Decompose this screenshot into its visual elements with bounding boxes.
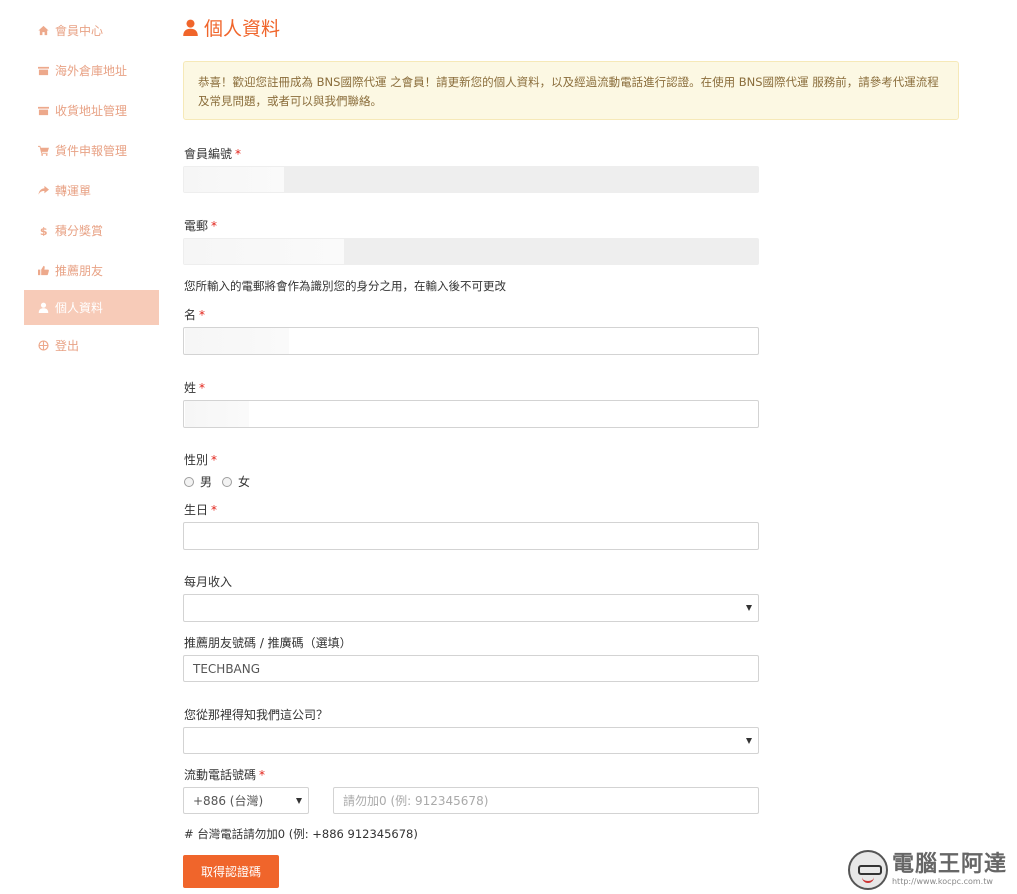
caret-down-icon: [746, 737, 752, 744]
country-code-select[interactable]: +886 (台灣): [183, 787, 309, 814]
mobile-label: 流動電話號碼 *: [184, 766, 265, 783]
sidebar-item-label: 推薦朋友: [55, 263, 104, 278]
watermark-text: 電腦王阿達 http://www.kocpc.com.tw: [892, 853, 1007, 887]
birthday-label-text: 生日: [184, 503, 209, 517]
required-mark: *: [259, 768, 266, 782]
caret-down-icon: [296, 797, 302, 804]
sidebar-item-label: 個人資料: [55, 301, 104, 315]
last-name-label: 姓 *: [184, 379, 205, 396]
redacted-value: [185, 328, 289, 354]
referral-label: 推薦朋友號碼 / 推廣碼（選填）: [184, 636, 352, 650]
referral-input[interactable]: TECHBANG: [183, 655, 759, 682]
last-name-label-text: 姓: [184, 381, 197, 395]
email-label-text: 電郵: [184, 219, 209, 233]
welcome-notice: 恭喜！歡迎您註冊成為 BNS國際代運 之會員！請更新您的個人資料，以及經過流動電…: [183, 61, 959, 120]
mobile-number-input[interactable]: 請勿加0 (例: 912345678): [333, 787, 759, 814]
watermark-url: http://www.kocpc.com.tw: [891, 877, 993, 886]
dollar-icon: $: [37, 224, 49, 236]
birthday-input[interactable]: [183, 522, 759, 550]
referral-value: TECHBANG: [193, 661, 261, 676]
thumbs-up-icon: [37, 264, 49, 276]
required-mark: *: [199, 308, 206, 322]
cart-icon: [37, 144, 49, 156]
mobile-help-text: # 台灣電話請勿加0 (例: +886 912345678): [184, 827, 418, 841]
page-title-text: 個人資料: [204, 18, 281, 40]
sidebar-item-transfer[interactable]: 轉運單: [24, 170, 159, 210]
gender-male-label: 男: [200, 475, 213, 489]
member-no-label-text: 會員編號: [184, 147, 233, 161]
sidebar-item-referral[interactable]: 推薦朋友: [24, 250, 159, 290]
country-code-value: +886 (台灣): [193, 794, 264, 808]
redacted-value: [184, 167, 284, 192]
sidebar-item-label: 收貨地址管理: [55, 103, 128, 118]
required-mark: *: [211, 453, 218, 467]
sidebar-item-logout[interactable]: 登出: [24, 325, 159, 365]
address-icon: [37, 104, 49, 116]
gender-label-text: 性別: [184, 453, 209, 467]
sidebar: 會員中心 海外倉庫地址 收貨地址管理 貨件申報管理 轉運單 $ 積分獎賞 推薦朋…: [24, 10, 159, 365]
watermark-logo-icon: [847, 850, 888, 890]
required-mark: *: [199, 381, 206, 395]
user-icon: [37, 302, 49, 314]
required-mark: *: [235, 147, 242, 161]
sidebar-item-profile[interactable]: 個人資料: [24, 290, 159, 325]
sidebar-item-member-center[interactable]: 會員中心: [24, 10, 159, 50]
income-select[interactable]: [183, 594, 759, 622]
sidebar-item-label: 轉運單: [55, 183, 92, 198]
home-icon: [37, 24, 49, 36]
gender-female-radio[interactable]: [222, 476, 233, 487]
last-name-input[interactable]: [183, 400, 759, 428]
sidebar-item-address[interactable]: 收貨地址管理: [24, 90, 159, 130]
required-mark: *: [211, 219, 218, 233]
birthday-label: 生日 *: [184, 501, 217, 518]
gender-male-radio[interactable]: [184, 476, 194, 487]
first-name-label-text: 名: [184, 308, 197, 322]
sidebar-item-overseas-warehouse[interactable]: 海外倉庫地址: [24, 50, 159, 90]
page-title: 個人資料: [183, 14, 280, 41]
share-arrow-icon: [37, 184, 49, 196]
sidebar-item-label: 會員中心: [55, 23, 104, 38]
warehouse-icon: [37, 64, 49, 76]
watermark: 電腦王阿達 http://www.kocpc.com.tw: [847, 850, 1007, 890]
first-name-label: 名 *: [184, 306, 205, 323]
email-label: 電郵 *: [184, 217, 217, 234]
mobile-placeholder: 請勿加0 (例: 912345678): [343, 794, 489, 808]
required-mark: *: [211, 503, 218, 517]
globe-icon: [37, 339, 49, 351]
redacted-value: [185, 401, 249, 427]
redacted-value: [184, 239, 344, 264]
first-name-input[interactable]: [183, 327, 759, 355]
get-verification-code-button[interactable]: 取得認證碼: [183, 855, 279, 888]
gender-radio-group: 男 女: [184, 473, 260, 490]
mobile-label-text: 流動電話號碼: [184, 768, 257, 782]
source-label: 您從那裡得知我們這公司？: [184, 708, 329, 722]
sidebar-item-label: 海外倉庫地址: [55, 63, 128, 78]
sidebar-item-points[interactable]: $ 積分獎賞: [24, 210, 159, 250]
sidebar-item-label: 登出: [55, 338, 80, 353]
user-icon: [183, 19, 204, 36]
sidebar-item-label: 貨件申報管理: [55, 143, 128, 158]
email-field: [183, 238, 759, 265]
income-label: 每月收入: [184, 575, 233, 589]
email-help-text: 您所輸入的電郵將會作為識別您的身分之用，在輸入後不可更改: [184, 279, 506, 293]
member-no-label: 會員編號 *: [184, 145, 241, 162]
svg-text:$: $: [39, 225, 47, 236]
sidebar-item-declaration[interactable]: 貨件申報管理: [24, 130, 159, 170]
caret-down-icon: [746, 605, 752, 611]
gender-label: 性別 *: [184, 451, 217, 468]
gender-female-label: 女: [238, 475, 251, 489]
watermark-brand: 電腦王阿達: [891, 852, 1007, 877]
sidebar-item-label: 積分獎賞: [55, 223, 104, 238]
source-select[interactable]: [183, 727, 759, 754]
member-no-field: [183, 166, 759, 193]
